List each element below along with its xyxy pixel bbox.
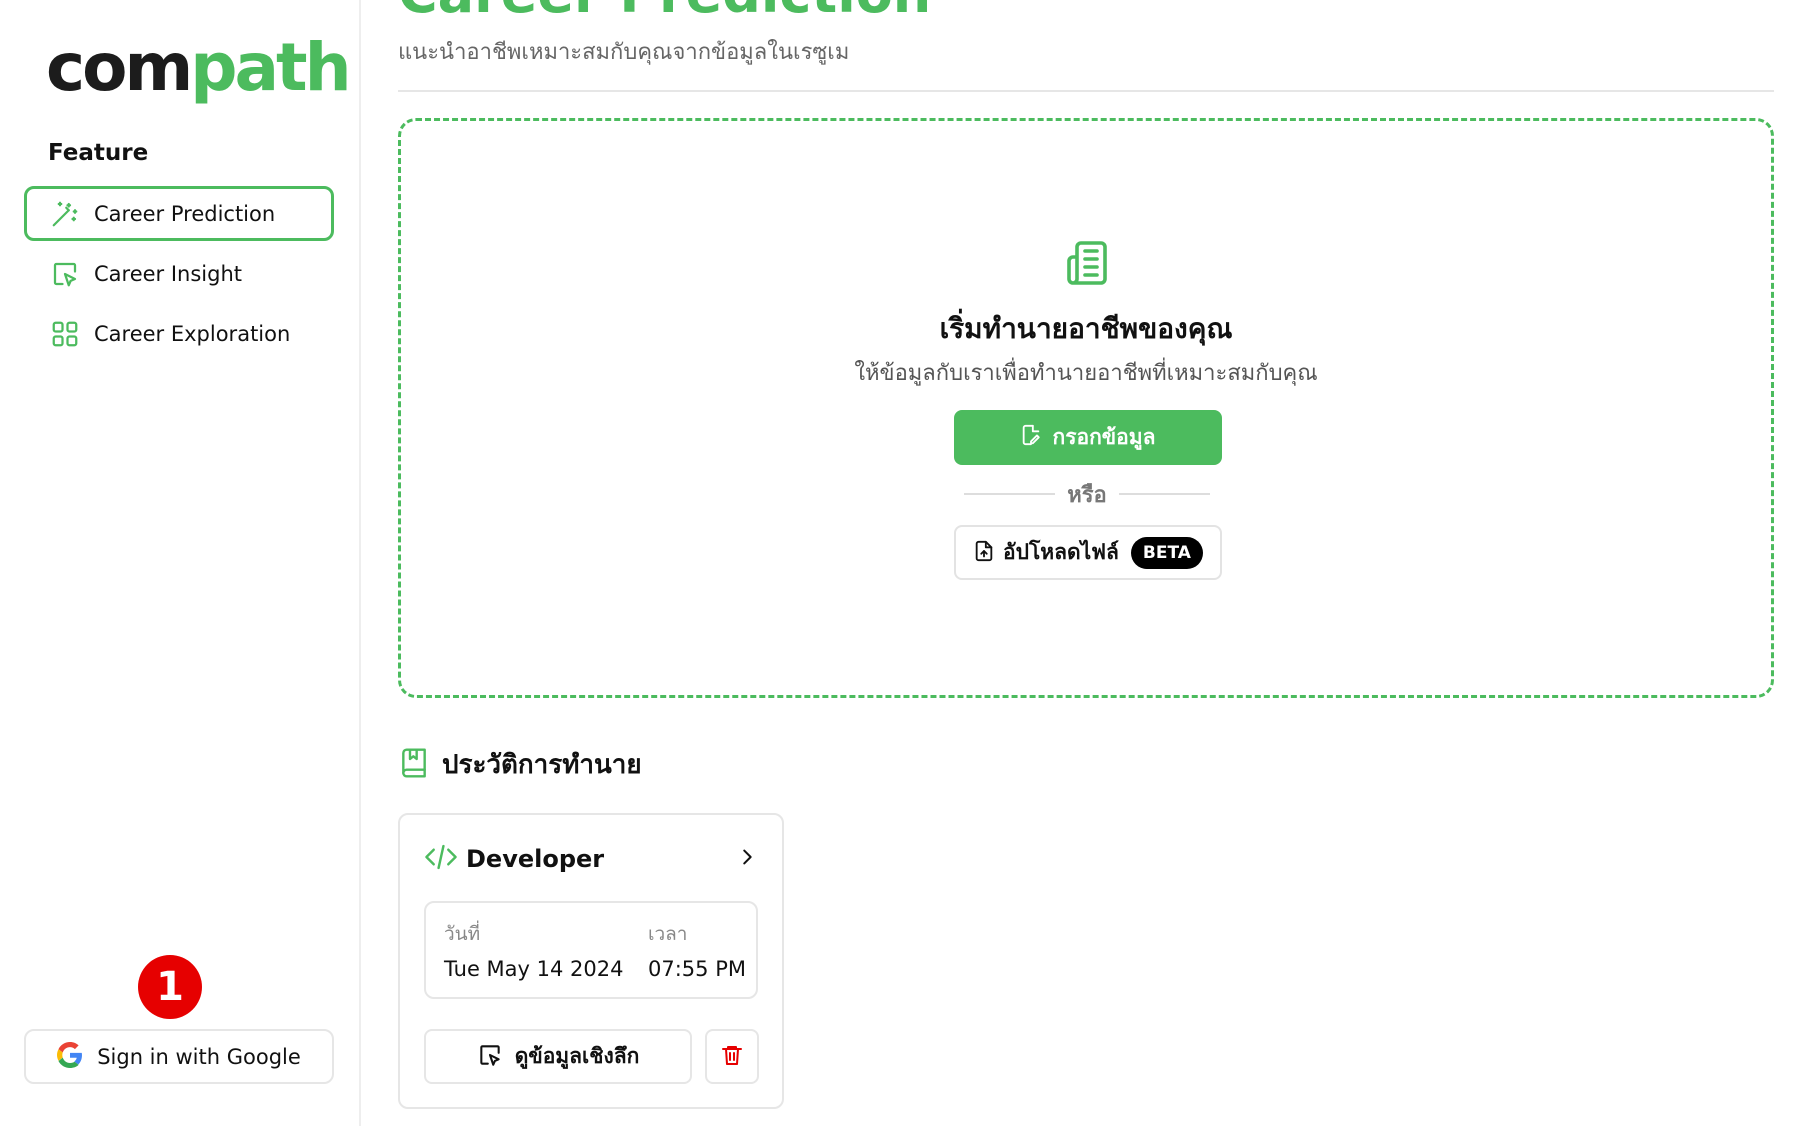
history-card: Developer วันที่ Tue May 14 2024 เวลา 07… (398, 813, 784, 1109)
page-subtitle: แนะนำอาชีพเหมาะสมกับคุณจากข้อมูลในเรซูเม (398, 40, 850, 65)
history-title: ประวัติการทำนาย (442, 750, 642, 780)
or-label: หรือ (1067, 482, 1107, 508)
date-column: วันที่ Tue May 14 2024 (444, 919, 623, 981)
view-insight-button[interactable]: ดูข้อมูลเชิงลึก (424, 1029, 692, 1084)
logo-text-dark: com (46, 29, 193, 106)
newspaper-icon (1065, 239, 1113, 287)
sidebar-item-label: Career Exploration (94, 321, 291, 346)
or-line-right (1118, 493, 1210, 495)
file-edit-icon (1020, 424, 1042, 451)
step-number-badge: 1 (138, 955, 202, 1019)
sidebar-item-label: Career Insight (94, 261, 243, 286)
code-icon (424, 842, 458, 876)
google-signin-label: Sign in with Google (97, 1044, 301, 1069)
trash-icon (720, 1043, 744, 1071)
view-insight-label: ดูข้อมูลเชิงลึก (514, 1044, 640, 1068)
time-label: เวลา (648, 923, 688, 945)
logo-text-green: path (190, 29, 351, 106)
start-prediction-subtitle: ให้ข้อมูลกับเราเพื่อทำนายอาชีพที่เหมาะสม… (854, 361, 1318, 386)
magic-wand-icon (50, 199, 80, 229)
beta-badge: BETA (1130, 536, 1203, 569)
cursor-click-icon (50, 259, 80, 289)
sidebar-item-career-prediction[interactable]: Career Prediction (24, 186, 334, 241)
chevron-right-icon[interactable] (736, 846, 758, 872)
history-card-role: Developer (466, 845, 605, 873)
or-line-left (964, 493, 1056, 495)
start-prediction-title: เริ่มทำนายอาชีพของคุณ (939, 312, 1233, 345)
header-divider (398, 90, 1774, 92)
date-label: วันที่ (444, 923, 481, 945)
compath-logo[interactable]: compath (46, 28, 352, 108)
bookmark-book-icon (398, 747, 430, 783)
start-prediction-panel: เริ่มทำนายอาชีพของคุณ ให้ข้อมูลกับเราเพื… (398, 118, 1774, 698)
history-card-header[interactable]: Developer (424, 841, 758, 877)
date-value: Tue May 14 2024 (444, 957, 624, 981)
fill-info-button[interactable]: กรอกข้อมูล (954, 410, 1222, 465)
upload-file-button[interactable]: อัปโหลดไฟล์ BETA (954, 525, 1222, 580)
upload-file-label: อัปโหลดไฟล์ (1003, 540, 1119, 564)
sidebar-item-career-insight[interactable]: Career Insight (24, 246, 334, 301)
google-signin-button[interactable]: Sign in with Google (24, 1029, 334, 1084)
sidebar-item-career-exploration[interactable]: Career Exploration (24, 306, 334, 361)
delete-button[interactable] (705, 1029, 759, 1084)
history-header: ประวัติการทำนาย (398, 744, 642, 785)
google-icon (57, 1041, 83, 1072)
cursor-click-icon (477, 1042, 503, 1072)
app-root: compath Feature Career Prediction Career… (0, 0, 1800, 1126)
sidebar: compath Feature Career Prediction Career… (0, 0, 361, 1126)
or-separator: หรือ (964, 476, 1210, 512)
time-column: เวลา 07:55 PM (648, 919, 746, 981)
fill-info-label: กรอกข้อมูล (1052, 425, 1156, 449)
feature-section-label: Feature (48, 140, 149, 166)
grid-icon (50, 319, 80, 349)
history-card-info: วันที่ Tue May 14 2024 เวลา 07:55 PM (424, 901, 758, 999)
sidebar-item-label: Career Prediction (94, 201, 276, 226)
page-title: Career Prediction (398, 0, 931, 25)
file-upload-icon (973, 540, 995, 566)
time-value: 07:55 PM (648, 957, 746, 981)
